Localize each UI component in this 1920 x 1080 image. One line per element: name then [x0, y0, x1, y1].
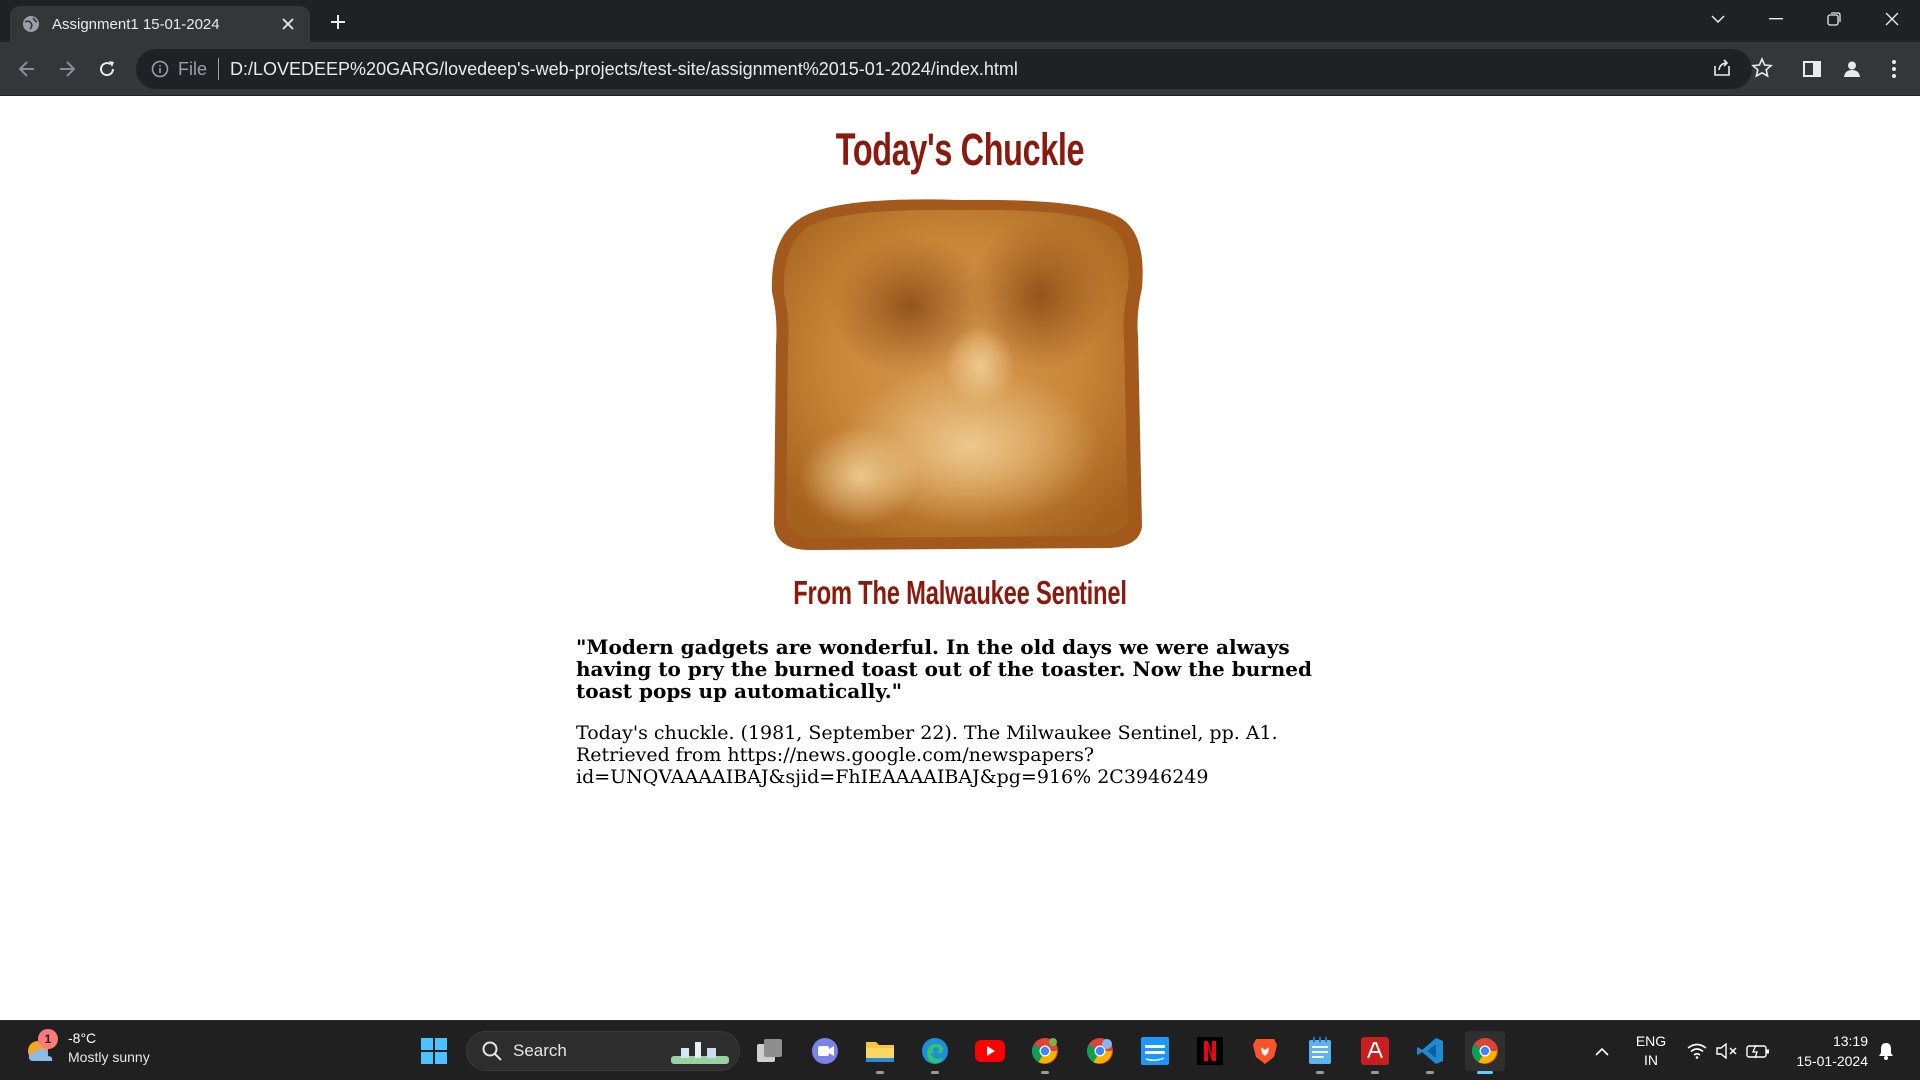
- web-page-content: Today's Chuckle From The Malwaukee Senti: [0, 96, 1920, 1020]
- close-window-button[interactable]: [1864, 0, 1920, 38]
- chrome-icon[interactable]: [1465, 1031, 1505, 1074]
- browser-tabstrip: Assignment1 15-01-2024: [0, 0, 1920, 42]
- prime-video-icon[interactable]: [1135, 1031, 1175, 1071]
- profile-icon[interactable]: [1838, 55, 1866, 83]
- search-label: Search: [513, 1041, 567, 1060]
- running-indicator: [876, 1071, 884, 1074]
- wifi-icon[interactable]: [1684, 1021, 1710, 1080]
- search-highlight-icon: [671, 1042, 729, 1064]
- adobe-acrobat-icon[interactable]: [1355, 1031, 1395, 1074]
- weather-widget[interactable]: 1 -8°C Mostly sunny: [24, 1029, 150, 1067]
- running-indicator: [1371, 1071, 1379, 1074]
- youtube-icon[interactable]: [970, 1031, 1010, 1071]
- running-indicator: [1041, 1071, 1049, 1074]
- new-tab-button[interactable]: [324, 8, 352, 36]
- close-tab-icon[interactable]: [278, 14, 298, 34]
- chrome-profile-icon[interactable]: [1025, 1031, 1065, 1074]
- weather-condition: Mostly sunny: [68, 1049, 150, 1065]
- language-code: ENG: [1635, 1033, 1667, 1049]
- weather-temperature: -8°C: [68, 1030, 97, 1046]
- forward-button[interactable]: [53, 55, 81, 83]
- running-indicator: [1426, 1071, 1434, 1074]
- info-icon[interactable]: [150, 59, 170, 79]
- page-title: Today's Chuckle: [835, 124, 1085, 175]
- minimize-button[interactable]: [1748, 0, 1804, 38]
- browser-toolbar: File D:/LOVEDEEP%20GARG/lovedeep's-web-p…: [0, 42, 1920, 96]
- running-indicator: [1316, 1071, 1324, 1074]
- volume-muted-icon[interactable]: [1714, 1021, 1740, 1080]
- windows-taskbar: 1 -8°C Mostly sunny Search ENG IN 13:19 …: [0, 1020, 1920, 1080]
- weather-icon: 1: [24, 1029, 58, 1065]
- share-icon[interactable]: [1707, 53, 1737, 83]
- vscode-icon[interactable]: [1410, 1031, 1450, 1074]
- language-indicator[interactable]: ENG IN: [1628, 1021, 1674, 1080]
- file-explorer-icon[interactable]: [860, 1031, 900, 1074]
- chrome-canary-icon[interactable]: [1080, 1031, 1120, 1071]
- brave-icon[interactable]: [1245, 1031, 1285, 1071]
- system-clock[interactable]: 13:19 15-01-2024: [1782, 1021, 1868, 1080]
- quote-text: "Modern gadgets are wonderful. In the ol…: [576, 635, 1313, 703]
- omnibox-divider: [218, 58, 220, 80]
- browser-tab[interactable]: Assignment1 15-01-2024: [10, 6, 310, 42]
- bookmark-star-icon[interactable]: [1747, 53, 1777, 83]
- restore-button[interactable]: [1806, 0, 1862, 38]
- notification-bell-icon[interactable]: [1874, 1021, 1898, 1080]
- globe-icon: [22, 15, 40, 33]
- tab-title: Assignment1 15-01-2024: [52, 15, 220, 33]
- clock-date: 15-01-2024: [1796, 1053, 1868, 1069]
- back-button[interactable]: [13, 55, 41, 83]
- burnt-toast-image: [771, 199, 1143, 550]
- task-view-icon[interactable]: [750, 1031, 790, 1071]
- reload-button[interactable]: [93, 55, 121, 83]
- netflix-icon[interactable]: [1190, 1031, 1230, 1071]
- source-subheading: From The Malwaukee Sentinel: [793, 574, 1127, 611]
- show-hidden-icons-chevron-icon[interactable]: [1588, 1021, 1616, 1080]
- side-panel-icon[interactable]: [1798, 55, 1826, 83]
- clock-time: 13:19: [1832, 1033, 1868, 1049]
- edge-icon[interactable]: [915, 1031, 955, 1074]
- taskbar-search[interactable]: Search: [466, 1031, 740, 1071]
- notepad-icon[interactable]: [1300, 1031, 1340, 1074]
- scheme-label: File: [178, 58, 208, 79]
- search-icon: [481, 1040, 503, 1062]
- tab-search-icon[interactable]: [1690, 0, 1746, 38]
- address-bar[interactable]: File D:/LOVEDEEP%20GARG/lovedeep's-web-p…: [136, 49, 1752, 89]
- running-indicator: [931, 1071, 939, 1074]
- citation-text: Today's chuckle. (1981, September 22). T…: [576, 722, 1278, 788]
- start-button[interactable]: [414, 1031, 454, 1071]
- url-text[interactable]: D:/LOVEDEEP%20GARG/lovedeep's-web-projec…: [230, 59, 1018, 80]
- notification-badge: 1: [38, 1029, 58, 1049]
- region-code: IN: [1644, 1052, 1658, 1068]
- battery-icon[interactable]: [1744, 1021, 1772, 1080]
- menu-kebab-icon[interactable]: [1880, 55, 1908, 83]
- teams-chat-icon[interactable]: [805, 1031, 845, 1071]
- active-indicator: [1477, 1071, 1493, 1074]
